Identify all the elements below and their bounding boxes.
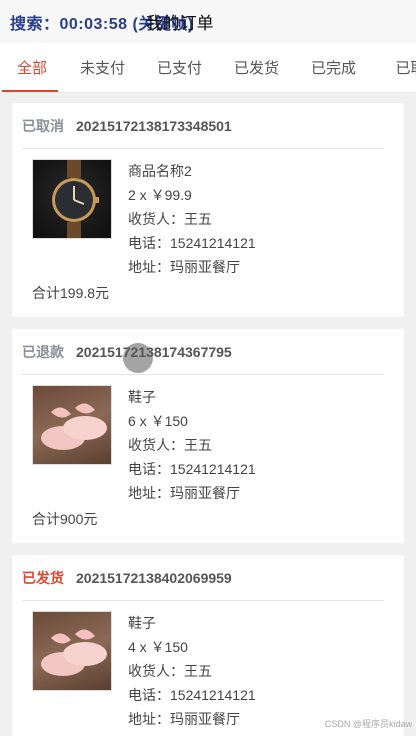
- product-name: 鞋子: [128, 389, 156, 405]
- order-item-info: 鞋子 4 x ￥150 收货人：王五 电话：15241214121 地址：玛丽亚…: [128, 611, 256, 731]
- order-status: 已发货: [22, 569, 64, 586]
- phone: 电话：15241214121: [128, 235, 256, 251]
- tab-cancelled[interactable]: 已取: [372, 43, 416, 92]
- receiver: 收货人：王五: [128, 663, 212, 679]
- order-item-info: 商品名称2 2 x ￥99.9 收货人：王五 电话：15241214121 地址…: [128, 159, 256, 279]
- order-item: 鞋子 4 x ￥150 收货人：王五 电话：15241214121 地址：玛丽亚…: [22, 601, 394, 731]
- tab-shipped[interactable]: 已发货: [218, 43, 295, 92]
- order-number: 20215172138402069959: [76, 569, 232, 586]
- order-card-header: 已发货 20215172138402069959: [22, 555, 384, 601]
- product-image-shoes: [32, 611, 112, 691]
- order-item: 鞋子 6 x ￥150 收货人：王五 电话：15241214121 地址：玛丽亚…: [22, 375, 394, 505]
- order-card[interactable]: 已退款 20215172138174367795 鞋子 6 x ￥150 收货人…: [12, 329, 404, 543]
- tab-unpaid[interactable]: 未支付: [64, 43, 141, 92]
- product-image-shoes: [32, 385, 112, 465]
- order-status-tabs: 全部 未支付 已支付 已发货 已完成 已取: [0, 43, 416, 93]
- touch-indicator: [123, 343, 153, 373]
- product-image-watch: [32, 159, 112, 239]
- order-card[interactable]: 已取消 20215172138173348501 商品名称2 2 x ￥99.9…: [12, 103, 404, 317]
- order-item: 商品名称2 2 x ￥99.9 收货人：王五 电话：15241214121 地址…: [22, 149, 394, 279]
- order-list: 已取消 20215172138173348501 商品名称2 2 x ￥99.9…: [0, 93, 416, 736]
- tab-paid[interactable]: 已支付: [141, 43, 218, 92]
- address: 地址：玛丽亚餐厅: [128, 485, 240, 501]
- order-total: 合计199.8元: [32, 285, 110, 301]
- page-title: 我的订单: [145, 14, 214, 33]
- order-number: 20215172138173348501: [76, 117, 232, 134]
- quantity-price: 2 x ￥99.9: [128, 187, 192, 203]
- receiver: 收货人：王五: [128, 437, 212, 453]
- tab-all[interactable]: 全部: [0, 43, 64, 92]
- product-name: 商品名称2: [128, 163, 192, 179]
- order-card-header: 已退款 20215172138174367795: [22, 329, 384, 375]
- receiver: 收货人：王五: [128, 211, 212, 227]
- quantity-price: 6 x ￥150: [128, 413, 188, 429]
- phone: 电话：15241214121: [128, 461, 256, 477]
- order-total: 合计900元: [32, 511, 98, 527]
- order-status: 已退款: [22, 343, 64, 360]
- order-card-header: 已取消 20215172138173348501: [22, 103, 384, 149]
- page-header: 搜索：00:03:58 (关键帧) 我的订单: [0, 0, 416, 43]
- phone: 电话：15241214121: [128, 687, 256, 703]
- tab-completed[interactable]: 已完成: [295, 43, 372, 92]
- order-status: 已取消: [22, 117, 64, 134]
- order-card[interactable]: 已发货 20215172138402069959 鞋子 4 x ￥150 收货人…: [12, 555, 404, 736]
- address: 地址：玛丽亚餐厅: [128, 711, 240, 727]
- order-number: 20215172138174367795: [76, 343, 232, 360]
- quantity-price: 4 x ￥150: [128, 639, 188, 655]
- watermark: CSDN @程序员kidaw: [324, 719, 412, 729]
- address: 地址：玛丽亚餐厅: [128, 259, 240, 275]
- order-item-info: 鞋子 6 x ￥150 收货人：王五 电话：15241214121 地址：玛丽亚…: [128, 385, 256, 505]
- product-name: 鞋子: [128, 615, 156, 631]
